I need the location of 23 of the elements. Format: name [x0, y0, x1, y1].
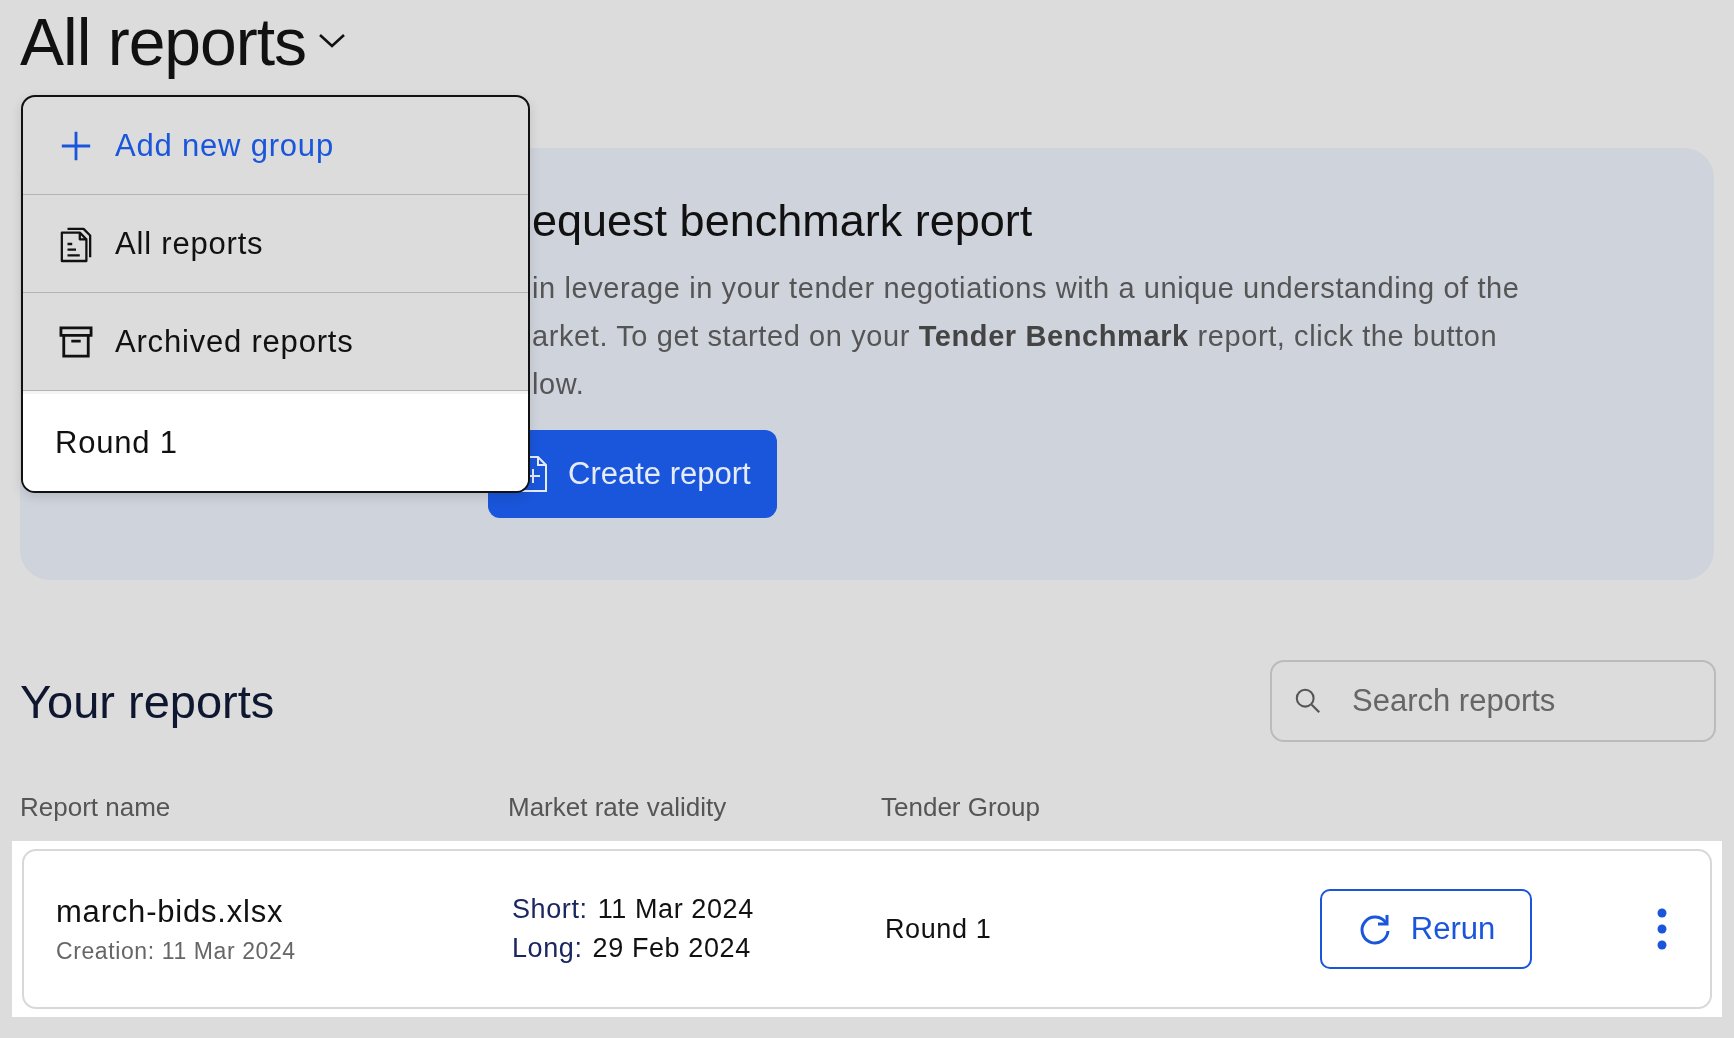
create-report-button[interactable]: Create report: [488, 429, 777, 518]
tender-group: Round 1: [885, 913, 992, 944]
column-header: Tender Group: [881, 792, 1040, 823]
column-header: Report name: [20, 792, 172, 823]
caret-icon[interactable]: [318, 33, 347, 49]
more-options-icon[interactable]: [1656, 908, 1668, 950]
search-icon: [1294, 687, 1322, 715]
menu-item[interactable]: Add new group: [23, 97, 528, 195]
banner-heading: equest benchmark report: [532, 196, 1034, 246]
validity-date: 11 Mar 2024: [597, 894, 754, 924]
validity-label: Long:: [512, 933, 583, 963]
banner-text: in leverage in your tender negotiations with a unique understanding of the arket. To get started on your Tender Benchmark report, click the button low.: [532, 270, 1521, 402]
validity-date: 29 Feb 2024: [592, 933, 751, 963]
rerun-button[interactable]: Rerun: [1320, 889, 1532, 969]
column-header: Market rate validity: [508, 792, 728, 823]
menu-item[interactable]: All reports: [23, 195, 528, 293]
section-heading: Your reports: [20, 673, 275, 729]
archive-box-icon: [59, 325, 93, 358]
menu-item[interactable]: Round 1: [23, 391, 528, 491]
validity-label: Short:: [512, 894, 588, 924]
search-field[interactable]: Search reports: [1270, 660, 1716, 742]
creation-date: Creation: 11 Mar 2024: [56, 937, 297, 965]
report-name: march-bids.xlsx: [56, 893, 285, 930]
